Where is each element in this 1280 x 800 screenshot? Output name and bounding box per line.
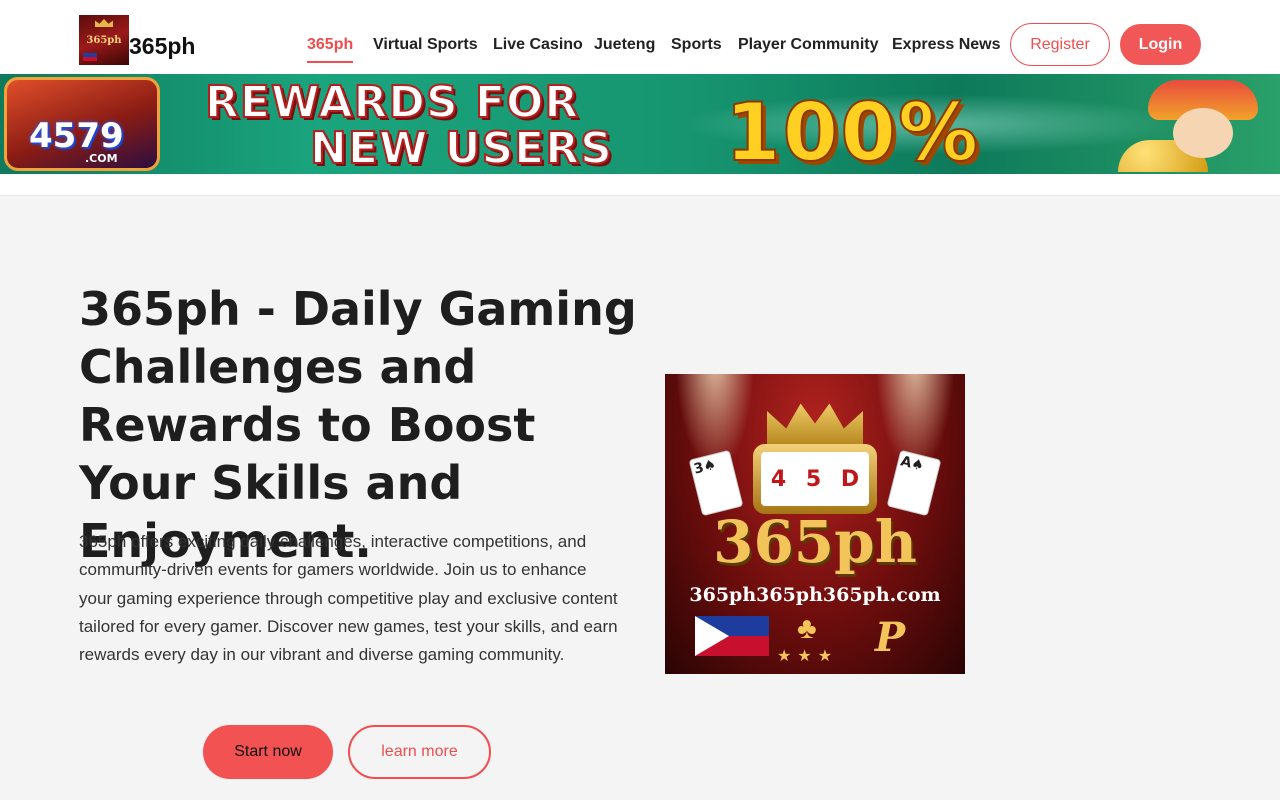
banner-logo-number: 4579 [29, 116, 124, 156]
slot-reel: 5 [805, 466, 822, 492]
banner-divider [0, 174, 1280, 196]
nav-item-live-casino[interactable]: Live Casino [493, 36, 583, 54]
p-mark: P [875, 614, 906, 661]
philippines-flag-icon [695, 616, 769, 656]
start-now-button[interactable]: Start now [203, 725, 333, 779]
hero-description: 365ph offers exciting daily challenges, … [79, 532, 618, 665]
slot-machine-icon: 4 5 D [753, 444, 877, 514]
banner-percent: 100% [724, 85, 981, 174]
brand[interactable]: 365ph 365ph [79, 15, 195, 65]
banner-headline-line1: REWARDS FOR [204, 77, 580, 128]
crown-icon [767, 403, 863, 446]
learn-more-button[interactable]: learn more [348, 725, 491, 779]
mascot-face-icon [1173, 108, 1233, 158]
promo-banner[interactable]: 4579 .COM REWARDS FOR NEW USERS 100% [0, 74, 1280, 174]
brand-name[interactable]: 365ph [129, 33, 195, 60]
philippines-flag-icon [83, 53, 97, 61]
nav-item-jueteng[interactable]: Jueteng [594, 36, 655, 54]
banner-logo-domain: .COM [85, 152, 118, 165]
nav-item-sports[interactable]: Sports [671, 36, 722, 54]
mascot-icon [1118, 80, 1278, 172]
nav-item-express-news[interactable]: Express News [892, 36, 1001, 54]
crown-icon [95, 19, 113, 27]
banner-logo: 4579 .COM [4, 77, 160, 171]
hero-image-title: 365ph [713, 508, 917, 576]
nav-item-virtual-sports[interactable]: Virtual Sports [373, 36, 478, 54]
site-header: 365ph 365ph 365ph Virtual Sports Live Ca… [0, 0, 1280, 74]
logo-text: 365ph [86, 35, 122, 46]
slot-reel: D [840, 466, 860, 492]
banner-headline-line2: NEW USERS [309, 123, 613, 174]
login-button[interactable]: Login [1120, 24, 1201, 65]
slot-reels: 4 5 D [761, 452, 869, 506]
nav-item-player-community[interactable]: Player Community [738, 36, 878, 54]
hero-image-url: 365ph365ph365ph.com [689, 584, 941, 606]
brand-logo[interactable]: 365ph [79, 15, 129, 65]
clover-icon: ♣ [797, 612, 817, 645]
slot-reel: 4 [770, 466, 787, 492]
hero-image: 3♠ A♠ 4 5 D 365ph 365ph365ph365ph.com ♣ … [665, 374, 965, 674]
nav-active-indicator [307, 61, 353, 63]
nav-item-365ph[interactable]: 365ph [307, 36, 353, 54]
hero-title: 365ph - Daily Gaming Challenges and Rewa… [79, 282, 637, 568]
register-button[interactable]: Register [1010, 23, 1110, 66]
banner-headline: REWARDS FOR NEW USERS [204, 77, 613, 174]
stars-icon: ★★★ [777, 648, 839, 665]
